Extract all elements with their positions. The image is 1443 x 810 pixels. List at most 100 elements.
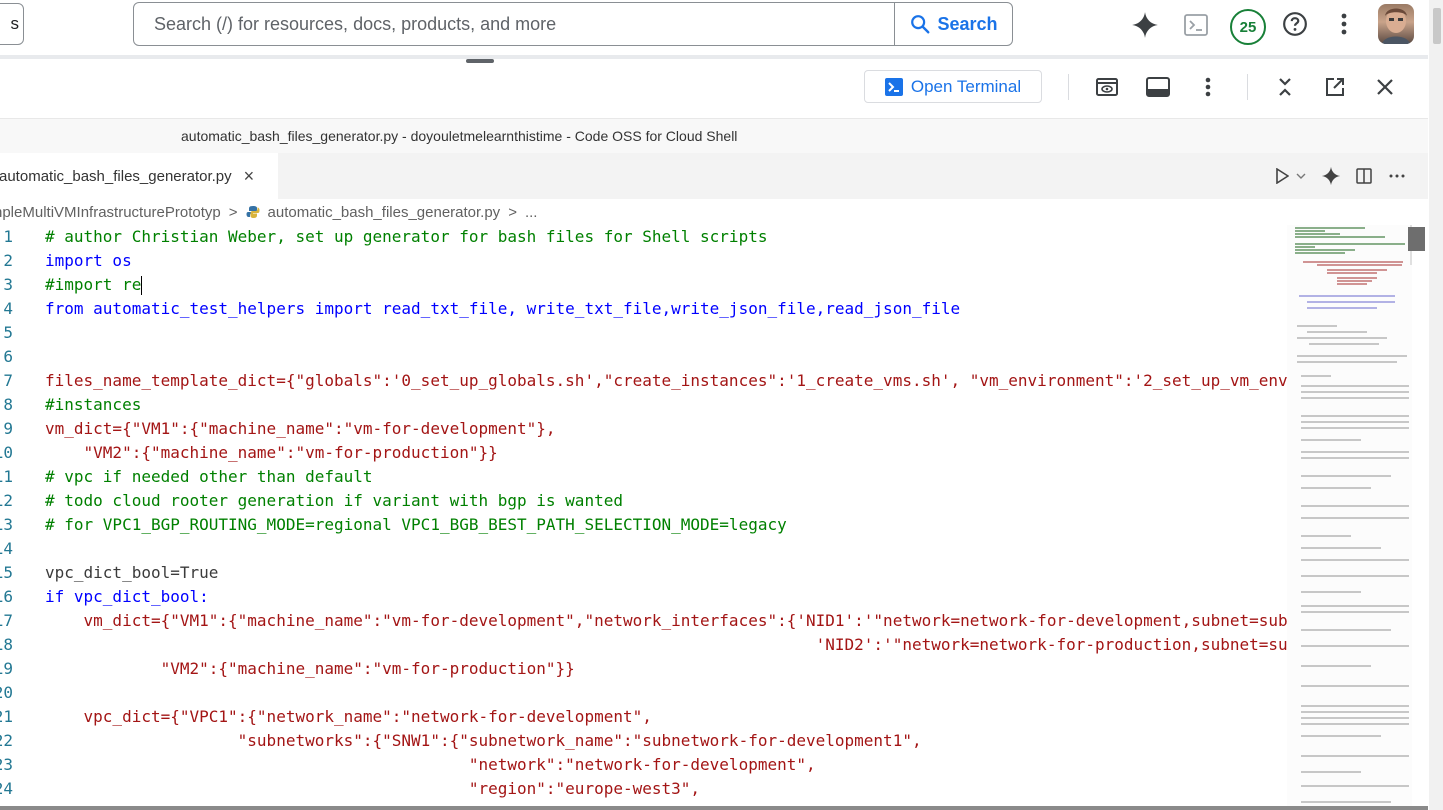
code-text: 'NID2':'"network=network-for-production,… [45,635,1287,654]
line-number: 10 [0,443,13,462]
split-editor-button[interactable] [1353,165,1375,187]
breadcrumb-file[interactable]: automatic_bash_files_generator.py [268,204,501,221]
line-number: 2 [3,251,13,270]
code-text: vm_dict={"VM1":{"machine_name":"vm-for-d… [45,611,1287,630]
page-scrollbar[interactable] [1429,0,1443,810]
code-text: vpc_dict={"VPC1":{"network_name":"networ… [45,707,652,726]
code-text: #instances [45,395,142,414]
products-button-label: s [10,14,20,33]
editor-vertical-scrollbar[interactable] [1408,225,1426,810]
line-number: 17 [0,611,13,630]
code-text: # vpc if needed other than default [45,467,373,486]
more-horiz-icon [1389,174,1405,178]
panel-divider [0,55,1428,59]
line-number: 8 [3,395,13,414]
tab-close-icon[interactable]: × [244,166,255,187]
avatar-face-icon [1382,8,1410,44]
panel-resize-handle[interactable] [466,59,494,63]
web-preview-button[interactable] [1092,74,1122,100]
code-line: 22 "subnetworks":{"SNW1":{"subnetwork_na… [0,729,1287,753]
close-icon [1377,79,1393,95]
code-text-wrap: #import re [45,273,143,297]
code-line: 23 "network":"network-for-development", [0,753,1287,777]
toggle-panel-button[interactable] [1143,74,1173,100]
code-text: import os [45,251,132,270]
activate-cloud-shell-button[interactable] [1180,9,1212,41]
account-avatar[interactable] [1378,4,1414,44]
code-line: 2 import os [0,249,1287,273]
search-bar[interactable]: Search [133,2,1013,46]
search-button[interactable]: Search [894,3,1012,45]
code-line: 11 # vpc if needed other than default [0,465,1287,489]
editor-scrollbar-thumb[interactable] [1408,227,1425,251]
run-dropdown-button[interactable] [1294,165,1308,187]
toolbar-divider [1068,74,1069,100]
code-text: "subnetworks":{"SNW1":{"subnetwork_name"… [45,731,922,750]
editor-more-actions-button[interactable] [1386,165,1408,187]
search-input[interactable] [134,3,894,45]
panel-more-button[interactable] [1198,74,1218,100]
gemini-sparkle-icon [1132,12,1158,38]
play-icon [1276,168,1289,184]
breadcrumb-folder[interactable]: npleMultiVMInfrastructurePrototyp [0,204,221,221]
close-panel-button[interactable] [1372,74,1398,100]
gemini-sparkle-icon [1321,166,1341,186]
editor-tab-active[interactable]: automatic_bash_files_generator.py × [0,153,278,199]
toggle-panel-icon [1146,77,1170,97]
code-line: 4 from automatic_test_helpers import read… [0,297,1287,321]
open-terminal-button[interactable]: Open Terminal [864,70,1042,103]
run-button[interactable] [1272,165,1292,187]
minimap-preview [1295,227,1409,803]
more-vert-icon [1205,77,1211,97]
line-number: 3 [3,275,13,294]
code-text: from automatic_test_helpers import read_… [45,299,961,318]
notifications-button[interactable]: 25 [1227,6,1269,48]
open-new-window-icon [1326,78,1344,96]
line-number: 19 [0,659,13,678]
line-number: 7 [3,371,13,390]
products-button[interactable]: s [0,3,24,45]
line-number: 18 [0,635,13,654]
terminal-icon [884,77,903,96]
bottom-border [0,806,1428,810]
code-line: 10 "VM2":{"machine_name":"vm-for-product… [0,441,1287,465]
code-line: 8 #instances [0,393,1287,417]
code-line-cursor: 3 #import re [0,273,1287,297]
code-line: 24 "region":"europe-west3", [0,777,1287,801]
line-number: 12 [0,491,13,510]
code-line: 9 vm_dict={"VM1":{"machine_name":"vm-for-… [0,417,1287,441]
code-editor[interactable]: 1 # author Christian Weber, set up genera… [0,225,1287,810]
code-text: "region":"europe-west3", [45,779,701,798]
editor-minimap[interactable] [1287,225,1412,810]
line-number: 4 [3,299,13,318]
line-number: 24 [0,779,13,798]
help-icon [1283,12,1307,36]
code-line: 17 vm_dict={"VM1":{"machine_name":"vm-fo… [0,609,1287,633]
help-button[interactable] [1279,8,1311,40]
code-text: "network":"network-for-development", [45,755,816,774]
code-text: vm_dict={"VM1":{"machine_name":"vm-for-d… [45,419,556,438]
more-vert-icon [1341,13,1347,35]
code-line: 12 # todo cloud rooter generation if vari… [0,489,1287,513]
editor-tab-bar: automatic_bash_files_generator.py × [0,153,1428,199]
breadcrumb-separator: > [508,203,517,221]
line-number: 13 [0,515,13,534]
line-number: 22 [0,731,13,750]
line-number: 23 [0,755,13,774]
code-line: 14 [0,537,1287,561]
settings-menu-button[interactable] [1332,8,1356,40]
line-number: 16 [0,587,13,606]
web-preview-icon [1096,78,1118,96]
breadcrumb: npleMultiVMInfrastructurePrototyp > auto… [0,199,1290,225]
minimize-panel-button[interactable] [1272,74,1298,100]
gemini-assist-button[interactable] [1319,164,1343,188]
code-line: 20 [0,681,1287,705]
code-line: 5 [0,321,1287,345]
window-title-bar: automatic_bash_files_generator.py - doyo… [0,118,1428,154]
breadcrumb-symbols[interactable]: ... [525,204,538,221]
line-number: 15 [0,563,13,582]
open-new-window-button[interactable] [1322,74,1348,100]
page-scrollbar-thumb[interactable] [1433,8,1441,44]
gemini-button[interactable] [1128,8,1162,42]
notification-count-badge: 25 [1230,9,1266,45]
